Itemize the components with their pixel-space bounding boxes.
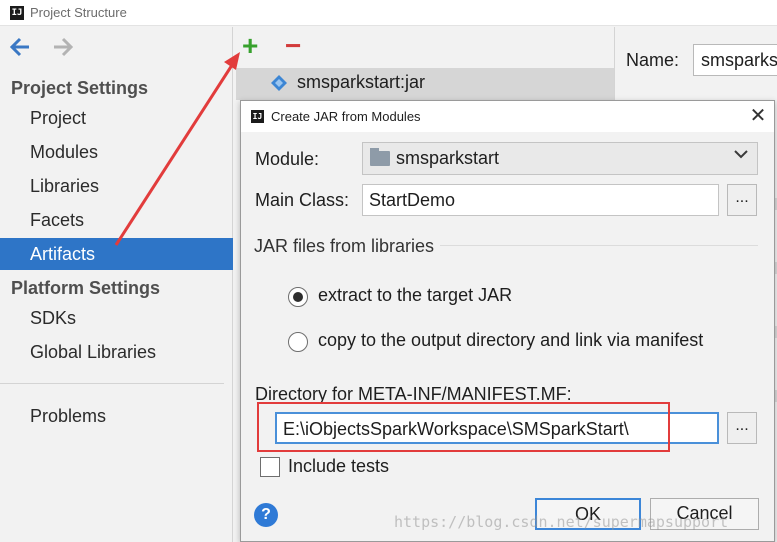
add-artifact-button[interactable]: + [242,30,258,62]
include-tests-checkbox[interactable] [260,457,280,477]
main-class-input[interactable]: StartDemo [362,184,719,216]
sidebar-item-artifacts[interactable]: Artifacts [0,238,233,270]
name-label: Name: [626,50,680,70]
main-class-label: Main Class: [255,190,350,210]
annotation-highlight-box [257,402,670,452]
artifact-list-item-label: smsparkstart:jar [297,72,426,92]
project-settings-header: Project Settings [11,78,149,98]
manifest-browse-button[interactable]: ... [727,412,757,444]
arrow-right-icon[interactable] [52,36,74,58]
close-icon[interactable]: ✕ [749,105,767,127]
sidebar-item-project[interactable]: Project [0,102,233,134]
sidebar-item-libraries[interactable]: Libraries [0,170,233,202]
group-divider [440,245,758,246]
main-class-browse-button[interactable]: ... [727,184,757,216]
artifact-name-input[interactable]: smsparkstart:jar [693,44,777,76]
include-tests-label[interactable]: Include tests [288,456,389,477]
sidebar-divider [0,383,224,384]
window-title: Project Structure [30,5,127,20]
watermark-text: https://blog.csdn.net/supermapsupport [394,513,729,531]
dialog-title: Create JAR from Modules [271,109,421,124]
sidebar-item-problems[interactable]: Problems [0,400,233,432]
radio-selected-dot [293,292,303,302]
help-button[interactable]: ? [254,503,278,527]
sidebar-item-sdks[interactable]: SDKs [0,302,233,334]
sidebar-item-global-libraries[interactable]: Global Libraries [0,336,233,368]
radio-extract-label[interactable]: extract to the target JAR [318,285,512,306]
chevron-down-icon[interactable] [733,146,749,167]
radio-copy-label[interactable]: copy to the output directory and link vi… [318,330,703,351]
jar-libraries-group-title: JAR files from libraries [254,236,435,256]
jar-artifact-icon [270,74,288,92]
remove-artifact-button[interactable]: − [285,30,301,62]
platform-settings-header: Platform Settings [11,278,161,298]
arrow-left-icon[interactable] [9,36,31,58]
sidebar-item-modules[interactable]: Modules [0,136,233,168]
module-label: Module: [255,149,320,169]
intellij-icon: IJ [251,110,264,123]
folder-icon [370,151,390,166]
module-select-value: smsparkstart [396,148,500,168]
radio-copy[interactable] [288,332,308,352]
sidebar-item-facets[interactable]: Facets [0,204,233,236]
intellij-icon: IJ [10,6,24,20]
